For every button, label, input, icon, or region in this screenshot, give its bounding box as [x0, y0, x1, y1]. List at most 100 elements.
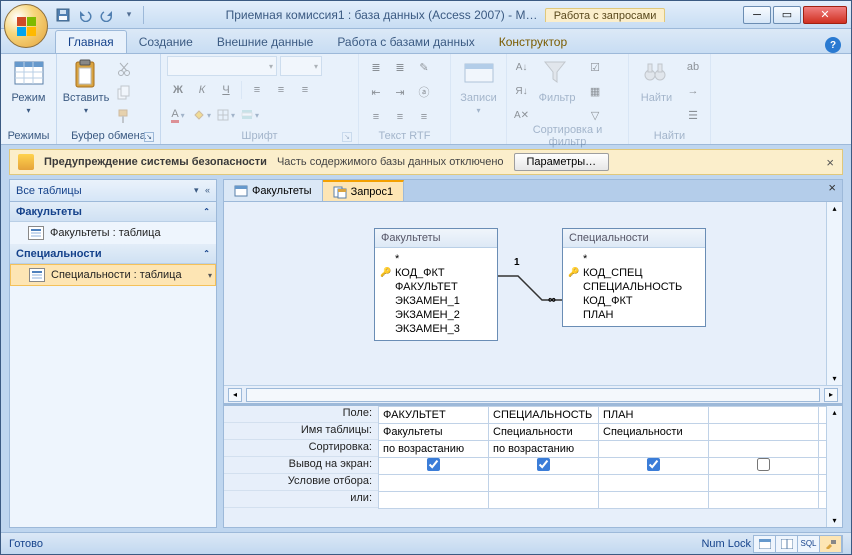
grid-cell-table[interactable]: Факультеты: [379, 424, 489, 441]
nav-item-spetsialnosti-table[interactable]: Специальности : таблица: [10, 264, 216, 286]
field-star[interactable]: *: [381, 252, 491, 266]
grid-vertical-scrollbar[interactable]: ▴▾: [826, 406, 842, 527]
decrease-indent-icon[interactable]: ⇤: [365, 81, 387, 103]
field-spetsialnost[interactable]: СПЕЦИАЛЬНОСТЬ: [569, 280, 699, 294]
table-box-spetsialnosti[interactable]: Специальности * КОД_СПЕЦ СПЕЦИАЛЬНОСТЬ К…: [562, 228, 706, 327]
text-direction-icon[interactable]: ⓐ: [413, 81, 435, 103]
grid-cell-sort[interactable]: [599, 441, 709, 458]
doc-close-icon[interactable]: ×: [822, 180, 842, 201]
field-ekzamen3[interactable]: ЭКЗАМЕН_3: [381, 322, 491, 336]
select-icon[interactable]: ☰: [682, 104, 704, 126]
nav-item-fakultety-table[interactable]: Факультеты : таблица: [10, 222, 216, 244]
maximize-button[interactable]: ▭: [773, 6, 801, 24]
records-button[interactable]: Записи ▾: [457, 56, 500, 117]
field-fakultet[interactable]: ФАКУЛЬТЕТ: [381, 280, 491, 294]
field-ekzamen2[interactable]: ЭКЗАМЕН_2: [381, 308, 491, 322]
cut-icon[interactable]: [113, 58, 135, 80]
warning-options-button[interactable]: Параметры…: [514, 153, 610, 171]
grid-cell-field[interactable]: ПЛАН: [599, 407, 709, 424]
doc-tab-fakultety[interactable]: Факультеты: [224, 180, 323, 201]
field-plan[interactable]: ПЛАН: [569, 308, 699, 322]
grid-cell-table[interactable]: [819, 424, 827, 441]
italic-icon[interactable]: К: [191, 79, 213, 101]
grid-cell-show[interactable]: [599, 458, 709, 475]
format-painter-icon[interactable]: [113, 106, 135, 128]
office-button[interactable]: [4, 4, 48, 48]
tab-external[interactable]: Внешние данные: [205, 31, 326, 53]
tab-designer[interactable]: Конструктор: [487, 31, 579, 53]
underline-icon[interactable]: Ч: [215, 79, 237, 101]
grid-cell-or[interactable]: [599, 492, 709, 509]
grid-cell-criteria[interactable]: [379, 475, 489, 492]
align-right-icon[interactable]: ≡: [294, 79, 316, 101]
grid-cell-criteria[interactable]: [709, 475, 819, 492]
align-center-icon[interactable]: ≡: [270, 79, 292, 101]
fill-color-icon[interactable]: [191, 104, 213, 126]
show-checkbox[interactable]: [537, 458, 550, 471]
field-kod-fkt[interactable]: КОД_ФКТ: [381, 266, 491, 280]
clipboard-launcher-icon[interactable]: ↘: [144, 132, 154, 142]
grid-cell-criteria[interactable]: [819, 475, 827, 492]
nav-group-fakultety[interactable]: Факультеты⌃: [10, 202, 216, 222]
rtf-align-right-icon[interactable]: ≡: [413, 106, 435, 128]
doc-tab-zapros1[interactable]: Запрос1: [323, 180, 405, 201]
grid-cell-show[interactable]: [489, 458, 599, 475]
grid-cell-field[interactable]: [709, 407, 819, 424]
field-star[interactable]: *: [569, 252, 699, 266]
selection-filter-icon[interactable]: ☑: [584, 56, 606, 78]
grid-cell-or[interactable]: [379, 492, 489, 509]
scroll-left-icon[interactable]: ◂: [228, 388, 242, 402]
grid-cell-sort[interactable]: по возрастанию: [379, 441, 489, 458]
grid-cell-sort[interactable]: [709, 441, 819, 458]
grid-cell-show[interactable]: [709, 458, 819, 475]
alt-row-color-icon[interactable]: [239, 104, 261, 126]
canvas-horizontal-scrollbar[interactable]: ◂ ▸: [224, 385, 842, 403]
numbering-icon[interactable]: ≣: [389, 56, 411, 78]
nav-header[interactable]: Все таблицы ▾ «: [10, 180, 216, 202]
nav-dropdown-icon[interactable]: ▾: [194, 185, 199, 196]
sort-asc-icon[interactable]: А↓: [513, 56, 530, 78]
clear-sort-icon[interactable]: А✕: [513, 104, 530, 126]
view-datasheet-icon[interactable]: [754, 536, 776, 552]
show-checkbox[interactable]: [647, 458, 660, 471]
field-kod-spec[interactable]: КОД_СПЕЦ: [569, 266, 699, 280]
grid-cell-table[interactable]: [709, 424, 819, 441]
rtf-align-left-icon[interactable]: ≡: [365, 106, 387, 128]
tab-create[interactable]: Создание: [127, 31, 205, 53]
font-launcher-icon[interactable]: ↘: [342, 132, 352, 142]
bullets-icon[interactable]: ≣: [365, 56, 387, 78]
scroll-right-icon[interactable]: ▸: [824, 388, 838, 402]
grid-cell-table[interactable]: Специальности: [599, 424, 709, 441]
toggle-filter-icon[interactable]: ▽: [584, 104, 606, 126]
undo-icon[interactable]: [77, 7, 93, 23]
replace-icon[interactable]: ab: [682, 56, 704, 78]
tab-dbtools[interactable]: Работа с базами данных: [325, 31, 486, 53]
query-design-canvas[interactable]: Факультеты * КОД_ФКТ ФАКУЛЬТЕТ ЭКЗАМЕН_1…: [224, 202, 842, 385]
filter-button[interactable]: Фильтр: [534, 56, 580, 106]
grid-cell-field[interactable]: [819, 407, 827, 424]
gridlines-icon[interactable]: [215, 104, 237, 126]
redo-icon[interactable]: [99, 7, 115, 23]
paste-button[interactable]: Вставить ▾: [63, 56, 109, 117]
grid-cell-criteria[interactable]: [489, 475, 599, 492]
sort-desc-icon[interactable]: Я↓: [513, 80, 530, 102]
field-ekzamen1[interactable]: ЭКЗАМЕН_1: [381, 294, 491, 308]
bold-icon[interactable]: Ж: [167, 79, 189, 101]
copy-icon[interactable]: [113, 82, 135, 104]
align-left-icon[interactable]: ≡: [246, 79, 268, 101]
view-pivot-icon[interactable]: [776, 536, 798, 552]
grid-cell-or[interactable]: [709, 492, 819, 509]
grid-cell-field[interactable]: СПЕЦИАЛЬНОСТЬ: [489, 407, 599, 424]
tab-main[interactable]: Главная: [55, 30, 127, 53]
grid-cell-sort[interactable]: [819, 441, 827, 458]
canvas-vertical-scrollbar[interactable]: ▴▾: [826, 202, 842, 385]
advanced-filter-icon[interactable]: ▦: [584, 80, 606, 102]
font-color-icon[interactable]: A: [167, 104, 189, 126]
close-button[interactable]: ✕: [803, 6, 847, 24]
font-size-select[interactable]: [280, 56, 322, 76]
grid-cell-show[interactable]: [819, 458, 827, 475]
find-button[interactable]: Найти: [635, 56, 678, 106]
nav-collapse-icon[interactable]: «: [205, 185, 210, 196]
qat-more-icon[interactable]: ▾: [121, 7, 137, 23]
grid-cell-or[interactable]: [489, 492, 599, 509]
